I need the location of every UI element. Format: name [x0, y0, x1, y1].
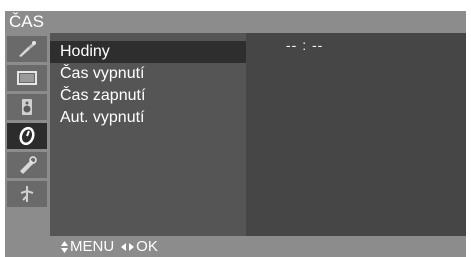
value-panel: -- : --: [246, 33, 466, 236]
clock-value: -- : --: [286, 37, 324, 53]
menu-title: ČAS: [5, 11, 466, 33]
menu-hint-label: MENU: [70, 238, 115, 255]
left-right-arrow-icon: [120, 242, 135, 252]
osd-panel: ČAS Hodiny Čas vypnutí Čas zapnutí Aut. …: [5, 11, 466, 257]
menu-item-aut-vypnuti[interactable]: Aut. vypnutí: [50, 107, 246, 129]
up-down-arrow-icon: [60, 240, 69, 254]
footer-hint-bar: MENU OK: [5, 236, 466, 257]
picture-adjust-icon[interactable]: [7, 36, 47, 62]
category-icon-column: [5, 33, 50, 236]
audio-icon[interactable]: [7, 94, 47, 120]
menu-item-hodiny[interactable]: Hodiny: [50, 41, 246, 63]
menu-item-cas-vypnuti[interactable]: Čas vypnutí: [50, 63, 246, 85]
menu-list: Hodiny Čas vypnutí Čas zapnutí Aut. vypn…: [50, 33, 246, 236]
ok-hint-label: OK: [136, 238, 158, 255]
menu-item-cas-zapnuti[interactable]: Čas zapnutí: [50, 85, 246, 107]
screen-icon[interactable]: [7, 65, 47, 91]
option-icon[interactable]: [7, 152, 47, 178]
hint-group: MENU OK: [60, 236, 158, 257]
time-icon[interactable]: [7, 123, 47, 149]
setup-icon[interactable]: [7, 181, 47, 207]
